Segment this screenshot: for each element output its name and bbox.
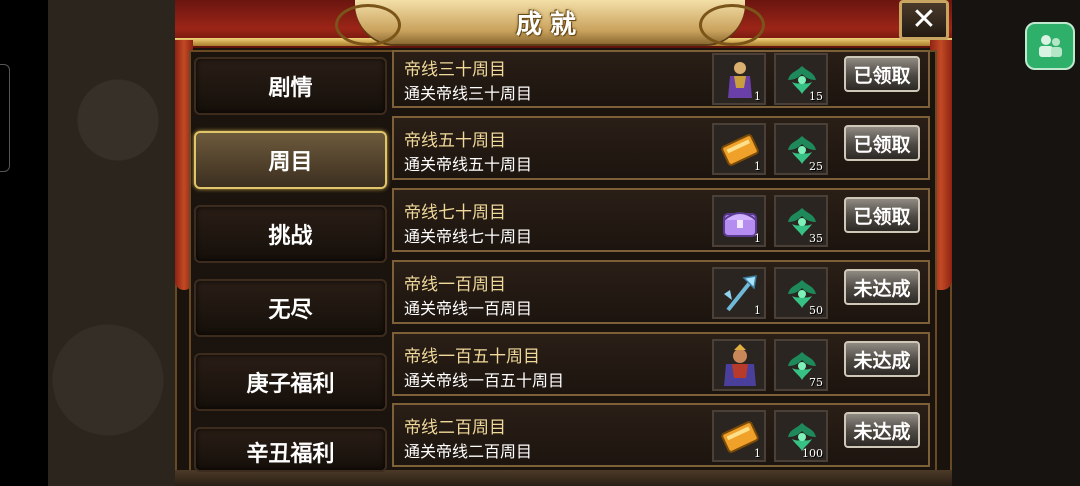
bottom-frame [175, 470, 952, 486]
achievement-title: 帝线五十周目 [404, 131, 506, 151]
reward-slot[interactable]: 1 [712, 410, 766, 462]
people-icon [1039, 35, 1062, 57]
achievement-row: 帝线一百五十周目 通关帝线一百五十周目 75 未达成 [392, 332, 930, 396]
achievement-desc: 通关帝线五十周目 [404, 155, 533, 174]
window-title: 成就 [515, 9, 584, 40]
category-label: 剧情 [268, 76, 313, 101]
achievement-title: 帝线二百周目 [404, 418, 506, 438]
left-system-bar [0, 0, 48, 486]
achievement-row: 帝线一百周目 通关帝线一百周目 1 50 未达成 [392, 260, 930, 324]
reward-slot[interactable]: 35 [774, 195, 828, 247]
title-plate: 成就 [335, 0, 765, 46]
category-tab-xinchou-welfare[interactable]: 辛丑福利 [194, 427, 387, 472]
achievement-desc: 通关帝线七十周目 [404, 227, 533, 246]
claim-button[interactable]: 已领取 [844, 56, 920, 92]
claim-button[interactable]: 已领取 [844, 197, 920, 233]
claim-button-label: 未达成 [853, 277, 911, 300]
achievement-desc: 通关帝线一百五十周目 [404, 371, 565, 390]
reward-qty: 100 [802, 447, 823, 460]
achievement-title: 帝线三十周目 [404, 60, 506, 80]
claim-button-label: 未达成 [853, 349, 911, 372]
reward-slot[interactable]: 15 [774, 53, 828, 105]
reward-qty: 15 [809, 90, 823, 103]
claim-button[interactable]: 未达成 [844, 341, 920, 377]
floating-assistant-button[interactable] [1025, 22, 1075, 70]
reward-qty: 1 [754, 90, 761, 103]
reward-slot[interactable]: 1 [712, 123, 766, 175]
claim-button[interactable]: 已领取 [844, 125, 920, 161]
right-system-bar [952, 0, 1080, 486]
claim-button[interactable]: 未达成 [844, 269, 920, 305]
category-tab-endless[interactable]: 无尽 [194, 279, 387, 337]
reward-slot[interactable]: 75 [774, 339, 828, 391]
claim-button-label: 已领取 [853, 205, 911, 228]
achievement-row: 帝线五十周目 通关帝线五十周目 1 25 已领取 [392, 116, 930, 180]
achievement-title: 帝线七十周目 [404, 203, 506, 223]
achievement-title: 帝线一百周目 [404, 275, 506, 295]
reward-slot[interactable]: 25 [774, 123, 828, 175]
claim-button-label: 未达成 [853, 420, 911, 443]
reward-slot[interactable]: 1 [712, 195, 766, 247]
reward-qty: 35 [809, 232, 823, 245]
close-button[interactable]: ✕ [899, 0, 949, 40]
achievement-desc: 通关帝线一百周目 [404, 299, 533, 318]
category-label: 挑战 [268, 224, 313, 249]
category-tab-story[interactable]: 剧情 [194, 57, 387, 115]
achievement-row: 帝线二百周目 通关帝线二百周目 1 100 未达成 [392, 403, 930, 467]
claim-button-label: 已领取 [853, 133, 911, 156]
reward-slot[interactable]: 1 [712, 267, 766, 319]
claim-button-label: 已领取 [853, 64, 911, 87]
reward-slot[interactable] [712, 339, 766, 391]
reward-slot[interactable]: 100 [774, 410, 828, 462]
category-label: 庚子福利 [246, 372, 335, 397]
reward-qty: 1 [754, 232, 761, 245]
warlord-portrait-icon [718, 344, 762, 388]
reward-slot[interactable]: 50 [774, 267, 828, 319]
reward-qty: 50 [809, 304, 823, 317]
achievement-desc: 通关帝线三十周目 [404, 84, 533, 103]
achievement-row: 帝线七十周目 通关帝线七十周目 1 35 已领取 [392, 188, 930, 252]
category-label: 辛丑福利 [246, 442, 335, 467]
achievement-row: 帝线三十周目 通关帝线三十周目 1 15 已领取 [392, 50, 930, 108]
reward-slot[interactable]: 1 [712, 53, 766, 105]
reward-qty: 1 [754, 160, 761, 173]
reward-qty: 25 [809, 160, 823, 173]
side-handle[interactable] [0, 64, 10, 172]
category-label: 无尽 [268, 298, 313, 323]
category-label: 周目 [268, 150, 313, 175]
close-icon: ✕ [911, 2, 937, 37]
reward-qty: 1 [754, 447, 761, 460]
reward-qty: 1 [754, 304, 761, 317]
achievement-title: 帝线一百五十周目 [404, 347, 540, 367]
claim-button[interactable]: 未达成 [844, 412, 920, 448]
category-tab-gengzi-welfare[interactable]: 庚子福利 [194, 353, 387, 411]
category-tab-challenge[interactable]: 挑战 [194, 205, 387, 263]
reward-qty: 75 [809, 376, 823, 389]
category-tab-playthrough[interactable]: 周目 [194, 131, 387, 189]
achievement-desc: 通关帝线二百周目 [404, 442, 533, 461]
